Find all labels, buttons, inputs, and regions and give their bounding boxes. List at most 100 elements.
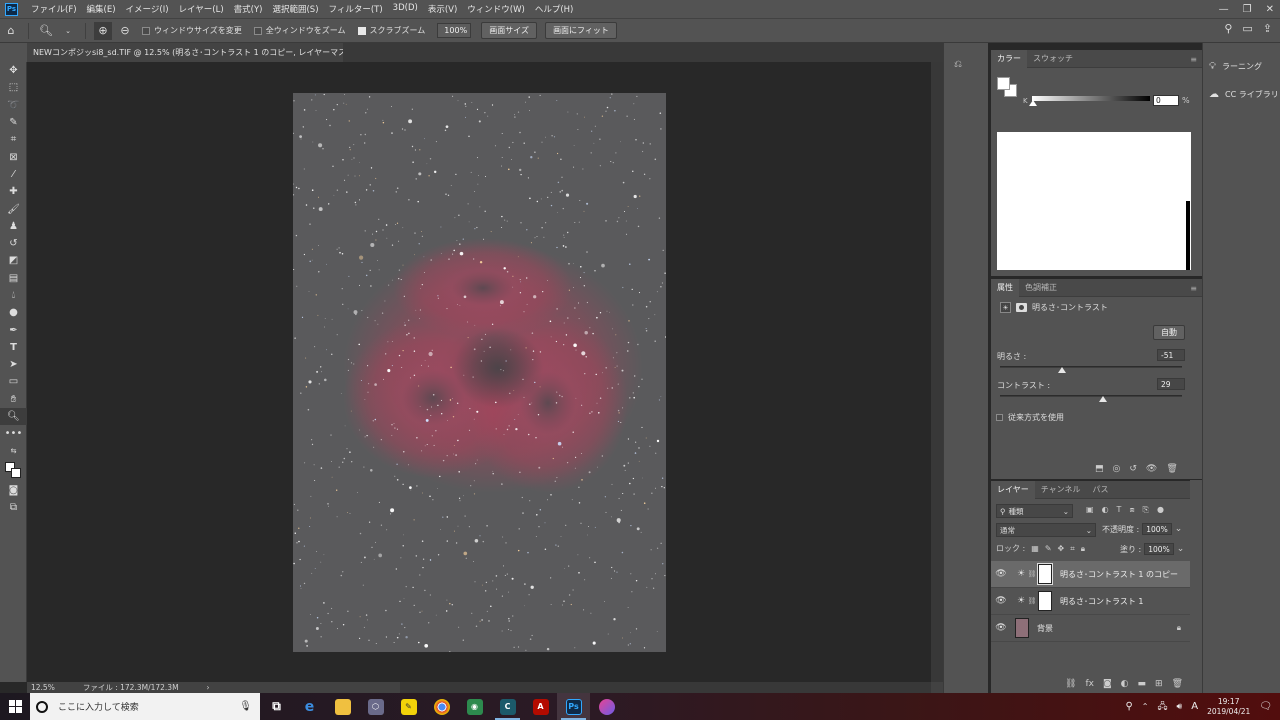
pen-tool-icon[interactable]: ✒ <box>0 321 27 338</box>
menu-item[interactable]: 編集(E) <box>82 3 121 15</box>
document-image[interactable] <box>293 93 666 652</box>
brush-tool-icon[interactable]: 🖌︎ <box>0 200 27 217</box>
reset-icon[interactable]: ↺ <box>1129 464 1137 474</box>
layer-filter-select[interactable]: ⚲ 種類 ⌄ <box>996 504 1073 518</box>
visibility-eye-icon[interactable]: 👁︎ <box>991 569 1011 579</box>
dodge-tool-icon[interactable]: ● <box>0 304 27 321</box>
add-mask-icon[interactable]: ◙ <box>1103 679 1112 689</box>
ime-indicator[interactable]: A <box>1191 701 1198 712</box>
layer-mask-icon[interactable] <box>1016 303 1027 312</box>
trash-icon[interactable]: 🗑︎ <box>1166 464 1177 474</box>
visibility-eye-icon[interactable]: 👁︎ <box>991 596 1011 606</box>
zoom-percent-field[interactable]: 100% <box>437 23 472 38</box>
menu-item[interactable]: フィルター(T) <box>324 3 388 15</box>
type-filter-icon[interactable]: T <box>1117 505 1122 515</box>
visibility-icon[interactable]: 👁︎ <box>1146 464 1157 474</box>
brightness-slider-track[interactable] <box>1000 366 1182 368</box>
tab-swatches[interactable]: スウォッチ <box>1027 50 1079 68</box>
lock-artboard-icon[interactable]: ⌗ <box>1070 544 1075 554</box>
clock[interactable]: 19:17 2019/04/21 <box>1207 697 1250 717</box>
lock-image-icon[interactable]: ✎ <box>1045 544 1052 553</box>
type-tool-icon[interactable]: T <box>0 339 27 356</box>
eyedropper-tool-icon[interactable]: ⁄ <box>0 166 27 183</box>
menu-item[interactable]: 表示(V) <box>423 3 462 15</box>
eraser-tool-icon[interactable]: ◩ <box>0 252 27 269</box>
history-brush-icon[interactable]: ↺ <box>0 235 27 252</box>
cc-libraries-button[interactable]: ☁ CC ライブラリ <box>1209 89 1279 100</box>
path-select-icon[interactable]: ➤ <box>0 356 27 373</box>
hand-tool-icon[interactable]: ✋︎ <box>0 391 27 408</box>
app-green[interactable]: ◉ <box>458 693 491 720</box>
new-layer-icon[interactable]: ⊞ <box>1155 679 1163 689</box>
color-ramp-bar[interactable] <box>1186 201 1190 270</box>
blur-tool-icon[interactable]: 💧︎ <box>0 287 27 304</box>
fx-icon[interactable]: fx <box>1085 679 1094 689</box>
zoom-tool-icon[interactable]: 🔍︎ <box>37 22 55 40</box>
screen-mode-icon[interactable]: ⧉ <box>0 499 27 516</box>
color-field[interactable] <box>997 132 1191 270</box>
stamp-tool-icon[interactable]: ♟ <box>0 218 27 235</box>
close-icon[interactable]: ✕ <box>1266 4 1274 15</box>
rectangle-tool-icon[interactable]: ▭ <box>0 373 27 390</box>
marquee-tool-icon[interactable]: ⬚ <box>0 79 27 96</box>
home-icon[interactable]: ⌂ <box>2 22 20 40</box>
tab-layers[interactable]: レイヤー <box>991 480 1035 499</box>
foreground-background-swatch[interactable] <box>0 460 27 482</box>
people-icon[interactable]: ⚲ <box>1125 701 1132 712</box>
layer-mask-thumbnail[interactable] <box>1038 591 1052 611</box>
zoom-out-icon[interactable]: ⊖ <box>116 22 134 40</box>
checkbox-box[interactable] <box>142 26 150 35</box>
tab-paths[interactable]: パス <box>1087 481 1115 499</box>
history-panel-icon[interactable]: ⎌ <box>954 59 962 70</box>
chrome-app[interactable] <box>425 693 458 720</box>
opacity-field[interactable]: 100% <box>1142 523 1172 535</box>
auto-button[interactable]: 自動 <box>1153 325 1185 340</box>
layer-row[interactable]: 👁︎ ☀ ⛓︎ 明るさ･コントラスト 1 のコピー <box>991 561 1191 588</box>
k-channel-slider[interactable] <box>1032 96 1150 101</box>
layer-row[interactable]: 👁︎ ☀ ⛓︎ 明るさ･コントラスト 1 <box>991 588 1191 615</box>
brightness-value-field[interactable]: -51 <box>1157 349 1185 361</box>
workspace-icon[interactable]: ▭ <box>1242 22 1252 35</box>
explorer-app[interactable] <box>326 693 359 720</box>
menu-item[interactable]: ヘルプ(H) <box>530 3 579 15</box>
checkbox-checked[interactable] <box>357 26 366 35</box>
checkbox-box[interactable] <box>253 26 262 35</box>
fill-field[interactable]: 100% <box>1144 543 1174 555</box>
lock-position-icon[interactable]: ✥ <box>1058 544 1065 553</box>
chevron-down-icon[interactable]: ⌄ <box>1175 524 1183 534</box>
k-value-field[interactable]: 0 <box>1153 95 1179 106</box>
tab-channels[interactable]: チャンネル <box>1035 481 1087 499</box>
clip-to-layer-icon[interactable]: ⬒ <box>1095 464 1104 474</box>
more-tools-icon[interactable]: ••• <box>0 425 27 442</box>
smart-object-filter-icon[interactable]: ⎘ <box>1143 505 1149 515</box>
menu-item[interactable]: ウィンドウ(W) <box>462 3 530 15</box>
status-menu-arrow[interactable]: › <box>207 683 210 692</box>
horizontal-scrollbar[interactable] <box>400 682 931 693</box>
chevron-down-icon[interactable]: ⌄ <box>1177 544 1185 554</box>
adjustment-filter-icon[interactable]: ◐ <box>1102 505 1109 515</box>
gradient-tool-icon[interactable]: ▤ <box>0 270 27 287</box>
lock-all-icon[interactable]: 🔒︎ <box>1081 544 1085 554</box>
task-view-app[interactable]: ⧉ <box>260 693 293 720</box>
tab-properties[interactable]: 属性 <box>991 278 1019 297</box>
share-icon[interactable]: ⇪ <box>1263 22 1272 35</box>
app-teal[interactable]: C <box>491 693 524 720</box>
checkbox-box[interactable] <box>996 414 1003 421</box>
menu-item[interactable]: 選択範囲(S) <box>267 3 323 15</box>
brightness-slider-thumb[interactable] <box>1057 367 1066 373</box>
background-thumbnail[interactable] <box>1015 618 1029 638</box>
trash-icon[interactable]: 🗑︎ <box>1172 679 1183 689</box>
blend-mode-select[interactable]: 通常 ⌄ <box>996 523 1096 537</box>
layer-row[interactable]: 👁︎ 背景 🔒︎ <box>991 615 1191 642</box>
vertical-scrollbar[interactable] <box>931 62 943 682</box>
document-tab[interactable]: NEWコンポジッsi8_sd.TIF @ 12.5% (明るさ･コントラスト 1… <box>27 43 391 62</box>
volume-icon[interactable]: 🔊︎ <box>1177 702 1183 712</box>
start-button[interactable] <box>0 693 30 720</box>
fit-screen-button[interactable]: 画面サイズ <box>481 22 538 39</box>
tab-adjustments[interactable]: 色調補正 <box>1019 279 1063 297</box>
resize-windows-checkbox[interactable]: ウィンドウサイズを変更 <box>142 25 242 36</box>
menu-item[interactable]: ファイル(F) <box>26 3 82 15</box>
link-chain-icon[interactable]: ⛓︎ <box>1027 597 1037 605</box>
sticky-app[interactable]: ✎ <box>392 693 425 720</box>
contrast-slider-track[interactable] <box>1000 395 1182 397</box>
